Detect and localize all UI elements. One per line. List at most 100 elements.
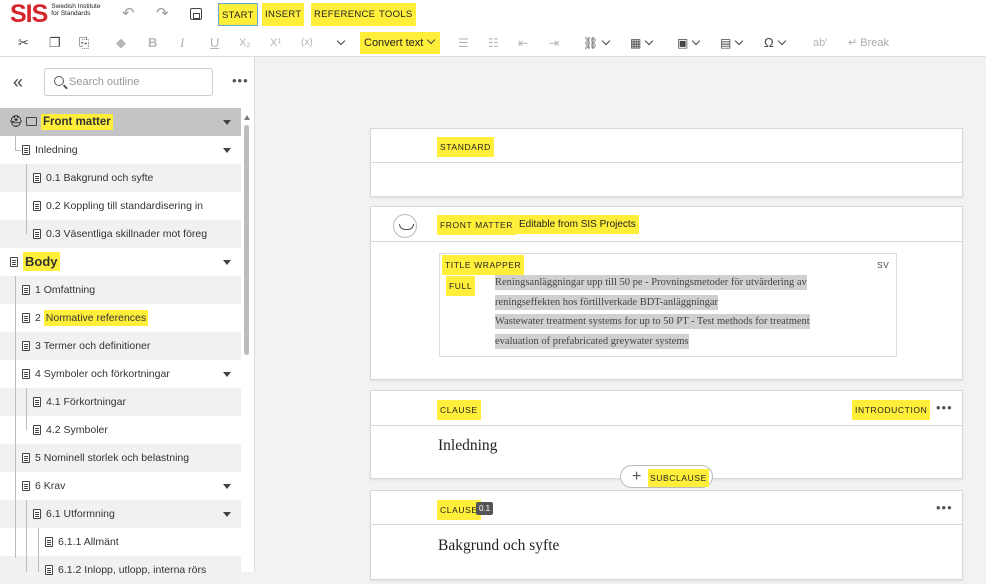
chevron-down-icon xyxy=(645,36,654,46)
block-header: FRONT MATTER Editable from SIS Projects xyxy=(371,207,962,242)
document-icon xyxy=(33,425,41,435)
mask-icon: ⛑ xyxy=(9,116,23,128)
outline-item-front-matter[interactable]: ⛑ Front matter xyxy=(0,108,241,136)
break-button[interactable]: ↵ Break xyxy=(848,34,889,52)
break-label: Break xyxy=(860,37,890,49)
subclause-label: SUBCLAUSE xyxy=(648,469,709,487)
search-input[interactable] xyxy=(69,74,209,90)
outline-item-body[interactable]: Body xyxy=(0,248,241,276)
outline-item-3[interactable]: 3 Termer och definitioner xyxy=(0,332,241,360)
outline-item-6-1[interactable]: 6.1 Utformning xyxy=(0,500,241,528)
tab-tools[interactable]: TOOLS xyxy=(376,3,416,26)
copy-icon[interactable]: ❐ xyxy=(49,34,61,52)
expand-icon[interactable] xyxy=(223,120,231,125)
clause-heading[interactable]: Inledning xyxy=(438,437,497,455)
numbered-list-icon[interactable]: ☷ xyxy=(488,34,499,52)
tab-reference[interactable]: REFERENCE xyxy=(311,3,379,26)
title-line: reningseffekten hos förtillverkade BDT-a… xyxy=(495,294,719,310)
text-style-icon[interactable]: ab' xyxy=(813,34,827,52)
sidebar-scrollbar[interactable] xyxy=(244,125,249,355)
collapse-sidebar-icon[interactable]: « xyxy=(13,72,23,93)
underline-icon[interactable]: U xyxy=(210,34,219,52)
language-label: SV xyxy=(877,260,890,270)
outline-item-2[interactable]: 2 Normative references xyxy=(0,304,241,332)
more-options-icon[interactable]: ••• xyxy=(936,500,953,515)
document-icon xyxy=(33,229,41,239)
more-options-icon[interactable]: ••• xyxy=(936,400,953,415)
eraser-icon[interactable]: ◆ xyxy=(116,34,126,52)
scroll-up-icon[interactable] xyxy=(244,115,250,120)
indent-icon[interactable]: ⇥ xyxy=(549,34,559,52)
superscript-icon[interactable]: X¹ xyxy=(270,34,281,52)
clause-number-badge: 0.1 xyxy=(476,502,494,515)
folder-icon xyxy=(26,117,37,126)
outline-item-label: 6.1.2 Inlopp, utlopp, interna rörs xyxy=(58,564,207,576)
outdent-icon[interactable]: ⇤ xyxy=(518,34,528,52)
expand-icon[interactable] xyxy=(223,372,231,377)
outline-item-6-1-1[interactable]: 6.1.1 Allmänt xyxy=(0,528,241,556)
calculator-icon[interactable]: ▤ xyxy=(720,34,744,52)
standard-tag: STANDARD xyxy=(437,137,494,157)
format-toolbar: ✂ ❐ ⎘ ◆ B I U X₂ X¹ (x) Convert text ☰ ☷… xyxy=(0,29,986,57)
title-wrapper[interactable]: TITLE WRAPPER SV FULL Reningsanläggninga… xyxy=(439,253,897,357)
image-icon[interactable]: ▣ xyxy=(677,34,701,52)
expand-icon[interactable] xyxy=(223,148,231,153)
more-options-icon[interactable]: ••• xyxy=(232,73,249,88)
more-format-dropdown[interactable] xyxy=(333,34,346,52)
outline-item-0-3[interactable]: 0.3 Väsentliga skillnader mot föreg xyxy=(0,220,241,248)
outline-item-4-1[interactable]: 4.1 Förkortningar xyxy=(0,388,241,416)
chevron-down-icon xyxy=(692,36,701,46)
outline-item-label: 3 Termer och definitioner xyxy=(35,340,151,352)
outline-item-label: Body xyxy=(23,252,60,271)
link-icon[interactable]: ⛓ xyxy=(583,34,611,52)
title-line: evaluation of prefabricated greywater sy… xyxy=(495,333,689,349)
outline-item-label: 6.1.1 Allmänt xyxy=(58,536,119,548)
convert-text-dropdown[interactable]: Convert text xyxy=(360,32,440,54)
outline-item-label: 4.2 Symboler xyxy=(46,424,108,436)
outline-item-5[interactable]: 5 Nominell storlek och belastning xyxy=(0,444,241,472)
expand-icon[interactable] xyxy=(223,260,231,265)
tree-line xyxy=(26,500,27,572)
add-subclause-button[interactable]: + SUBCLAUSE xyxy=(620,465,713,488)
sis-logo: SIS Swedish Institute for Standards xyxy=(10,0,105,28)
redo-icon[interactable]: ↷ xyxy=(156,6,172,22)
bold-icon[interactable]: B xyxy=(148,34,157,52)
outline-item-1[interactable]: 1 Omfattning xyxy=(0,276,241,304)
expand-icon[interactable] xyxy=(223,484,231,489)
outline-item-0-2[interactable]: 0.2 Koppling till standardisering in xyxy=(0,192,241,220)
clause-block-0-1[interactable]: CLAUSE 0.1 ••• Bakgrund och syfte xyxy=(370,490,963,580)
outline-item-4[interactable]: 4 Symboler och förkortningar xyxy=(0,360,241,388)
outline-item-6-1-2[interactable]: 6.1.2 Inlopp, utlopp, interna rörs xyxy=(0,556,241,584)
outline-search[interactable] xyxy=(44,68,213,96)
logo-text: Swedish Institute for Standards xyxy=(51,3,101,17)
cut-icon[interactable]: ✂ xyxy=(18,34,29,52)
outline-sidebar: « ••• ⛑ Front matter Inledning 0.1 Bakgr… xyxy=(0,57,255,584)
outline-item-6[interactable]: 6 Krav xyxy=(0,472,241,500)
paste-icon[interactable]: ⎘ xyxy=(79,34,89,52)
outline-item-label: 4 Symboler och förkortningar xyxy=(35,368,170,380)
outline-item-inledning[interactable]: Inledning xyxy=(0,136,241,164)
variable-icon[interactable]: (x) xyxy=(301,34,313,52)
omega-icon[interactable]: Ω xyxy=(764,34,786,52)
front-matter-block[interactable]: FRONT MATTER Editable from SIS Projects … xyxy=(370,206,963,380)
save-icon[interactable] xyxy=(190,8,202,20)
outline-item-number: 2 xyxy=(35,312,44,324)
outline-item-0-1[interactable]: 0.1 Bakgrund och syfte xyxy=(0,164,241,192)
tab-insert[interactable]: INSERT xyxy=(262,3,305,26)
clause-heading[interactable]: Bakgrund och syfte xyxy=(438,537,559,555)
title-text[interactable]: Reningsanläggningar upp till 50 pe - Pro… xyxy=(495,273,895,351)
front-matter-tag: FRONT MATTER xyxy=(437,215,516,235)
table-icon[interactable]: ▦ xyxy=(630,34,654,52)
outline-item-label: 0.3 Väsentliga skillnader mot föreg xyxy=(46,228,208,240)
italic-icon[interactable]: I xyxy=(180,34,184,52)
standard-block[interactable]: STANDARD xyxy=(370,128,963,197)
outline-item-4-2[interactable]: 4.2 Symboler xyxy=(0,416,241,444)
logo-mark: SIS xyxy=(10,0,48,28)
bullet-list-icon[interactable]: ☰ xyxy=(458,34,469,52)
document-icon xyxy=(22,313,30,323)
subscript-icon[interactable]: X₂ xyxy=(239,34,251,52)
undo-icon[interactable]: ↶ xyxy=(122,6,138,22)
document-icon xyxy=(45,565,53,575)
expand-icon[interactable] xyxy=(223,512,231,517)
tab-start[interactable]: START xyxy=(218,3,258,26)
